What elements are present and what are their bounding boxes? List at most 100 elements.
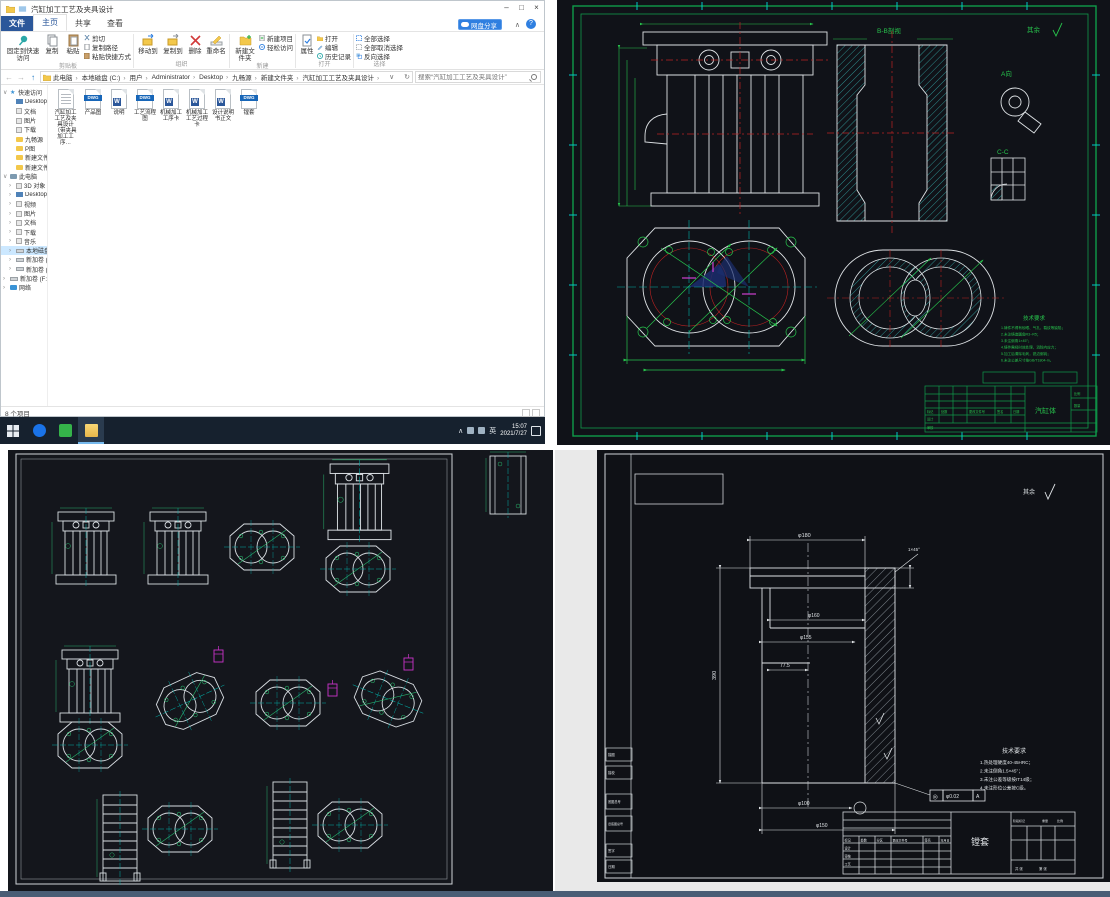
search-icon[interactable]	[531, 74, 537, 80]
sidebar-item-desktop[interactable]: Desktop	[1, 97, 47, 106]
breadcrumb-item[interactable]: 用户	[127, 72, 149, 82]
sidebar-item-desktop[interactable]: ›Desktop	[1, 190, 47, 199]
sidebar-item-local-disk-c[interactable]: ›本地磁盘 (C:)	[1, 246, 47, 255]
taskbar-app-1[interactable]	[26, 417, 52, 444]
search-input[interactable]	[416, 74, 531, 81]
sidebar-item-folder[interactable]: 新建文件夹 (2)	[1, 162, 47, 171]
sidebar-item-3d-objects[interactable]: ›3D 对象	[1, 181, 47, 190]
cut-button[interactable]: 剪切	[84, 34, 131, 42]
pin-to-quick-access-button[interactable]: 固定到快速访问	[5, 33, 41, 63]
select-none-button[interactable]: 全部取消选择	[356, 43, 403, 51]
breadcrumb-item[interactable]: Desktop	[197, 74, 230, 81]
netdisk-share-button[interactable]: 网盘分享	[458, 19, 502, 30]
3d-objects-icon	[16, 183, 22, 189]
svg-text:分区: 分区	[877, 838, 884, 843]
up-button[interactable]: ↑	[28, 73, 38, 82]
sidebar-item-folder[interactable]: P图	[1, 144, 47, 153]
app-icon-blue	[33, 424, 46, 437]
quick-access-icon: ★	[10, 90, 16, 96]
svg-text:φ150: φ150	[816, 823, 828, 829]
action-center-icon[interactable]	[531, 426, 541, 436]
sidebar-item-downloads[interactable]: 下载	[1, 125, 47, 134]
sidebar-item-pictures[interactable]: 图片	[1, 116, 47, 125]
search-box[interactable]	[415, 71, 541, 83]
sidebar-item-volume-d[interactable]: ›新加卷 (D:)	[1, 255, 47, 264]
svg-text:1.热处理硬度40-45HRC；: 1.热处理硬度40-45HRC；	[980, 759, 1033, 766]
breadcrumb-item[interactable]: 此电脑	[51, 72, 80, 82]
taskbar-file-explorer[interactable]	[78, 417, 104, 444]
file-item[interactable]: DWG 工艺流程图	[133, 89, 157, 122]
address-dropdown-icon[interactable]: ∨	[387, 73, 396, 81]
file-item[interactable]: DWG 产品图	[81, 89, 105, 116]
ribbon-group-new: 新建文件夹 新建项目 轻松访问 新建	[232, 33, 293, 69]
help-button[interactable]: ?	[526, 19, 536, 29]
file-item[interactable]: W 机械加工工序卡	[159, 89, 183, 122]
sidebar-item-documents[interactable]: ›文档	[1, 218, 47, 227]
tab-file[interactable]: 文件	[1, 16, 33, 31]
rename-button[interactable]: 重命名	[205, 33, 227, 56]
tab-view[interactable]: 查看	[99, 16, 131, 31]
sidebar-item-downloads[interactable]: ›下载	[1, 227, 47, 236]
sidebar-item-folder[interactable]: 九畅源	[1, 134, 47, 143]
tab-share[interactable]: 共享	[67, 16, 99, 31]
invert-selection-button[interactable]: 反向选择	[356, 52, 403, 60]
file-item[interactable]: W 说明	[107, 89, 131, 116]
open-button[interactable]: 打开	[317, 34, 351, 42]
paste-shortcut-button[interactable]: 粘贴快捷方式	[84, 52, 131, 60]
quick-access-toolbar-icon[interactable]	[18, 5, 27, 13]
sidebar-item-pictures[interactable]: ›图片	[1, 209, 47, 218]
details-view-toggle[interactable]	[522, 409, 530, 417]
input-language-indicator[interactable]: 英	[489, 426, 496, 436]
sidebar-item-documents[interactable]: 文档	[1, 107, 47, 116]
copy-button[interactable]: 复制	[42, 33, 62, 56]
forward-button[interactable]: →	[16, 73, 26, 82]
breadcrumb-item[interactable]: 汽缸加工工艺及夹具设计	[301, 72, 382, 82]
close-button[interactable]: ×	[529, 1, 544, 15]
copy-path-button[interactable]: 复制路径	[84, 43, 131, 51]
sidebar-item-folder[interactable]: 新建文件夹	[1, 153, 47, 162]
file-item[interactable]: W 机械加工工艺过程卡	[185, 89, 209, 128]
sidebar-network[interactable]: ›网络	[1, 283, 47, 292]
tray-icon[interactable]	[478, 427, 485, 434]
svg-text:390: 390	[712, 671, 718, 680]
breadcrumb-item[interactable]: 本地磁盘 (C:)	[80, 72, 128, 82]
sidebar-drive-f[interactable]: ›新加卷 (F:)	[1, 274, 47, 283]
delete-button[interactable]: 删除	[186, 33, 204, 56]
sidebar-this-pc[interactable]: ∨此电脑	[1, 172, 47, 181]
tray-icon[interactable]	[467, 427, 474, 434]
file-item[interactable]: W 设计说明书正文	[211, 89, 235, 122]
file-item[interactable]: 汽缸加工工艺及夹具设计（带夹具加工工序…	[52, 89, 79, 146]
breadcrumb[interactable]: 此电脑 本地磁盘 (C:) 用户 Administrator Desktop 九…	[40, 71, 413, 83]
thumbnail-view-toggle[interactable]	[532, 409, 540, 417]
sidebar-item-volume-f[interactable]: ›新加卷 (F:)	[1, 265, 47, 274]
sidebar-item-videos[interactable]: ›视频	[1, 200, 47, 209]
edit-button[interactable]: 编辑	[317, 43, 351, 51]
history-button[interactable]: 历史记录	[317, 52, 351, 60]
taskbar-clock[interactable]: 15:07 2021/7/27	[500, 424, 527, 438]
back-button[interactable]: ←	[4, 73, 14, 82]
tab-home[interactable]: 主页	[33, 14, 67, 31]
new-folder-icon	[239, 34, 252, 47]
sidebar-quick-access[interactable]: ∨★快速访问	[1, 88, 47, 97]
properties-button[interactable]: 属性	[298, 33, 316, 56]
breadcrumb-item[interactable]: 新建文件夹	[259, 72, 301, 82]
breadcrumb-item[interactable]: Administrator	[150, 74, 197, 81]
tray-expand-icon[interactable]: ∧	[458, 427, 463, 435]
copy-to-button[interactable]: 复制到	[161, 33, 185, 56]
ribbon-collapse-icon[interactable]: ∧	[515, 21, 520, 29]
taskbar-app-2[interactable]	[52, 417, 78, 444]
sidebar-item-music[interactable]: ›音乐	[1, 237, 47, 246]
move-to-button[interactable]: 移动到	[136, 33, 160, 56]
breadcrumb-item[interactable]: 九畅源	[230, 72, 259, 82]
maximize-button[interactable]: □	[514, 1, 529, 15]
refresh-icon[interactable]: ↻	[402, 73, 412, 81]
easy-access-button[interactable]: 轻松访问	[259, 43, 293, 51]
start-button[interactable]	[0, 417, 26, 444]
new-folder-button[interactable]: 新建文件夹	[232, 33, 258, 63]
minimize-button[interactable]: –	[499, 1, 514, 15]
paste-button[interactable]: 粘贴	[63, 33, 83, 56]
new-item-button[interactable]: 新建项目	[259, 34, 293, 42]
title-bar[interactable]: 汽缸加工工艺及夹具设计 – □ ×	[1, 1, 544, 17]
file-item[interactable]: DWG 镗套	[237, 89, 261, 116]
select-all-button[interactable]: 全部选择	[356, 34, 403, 42]
